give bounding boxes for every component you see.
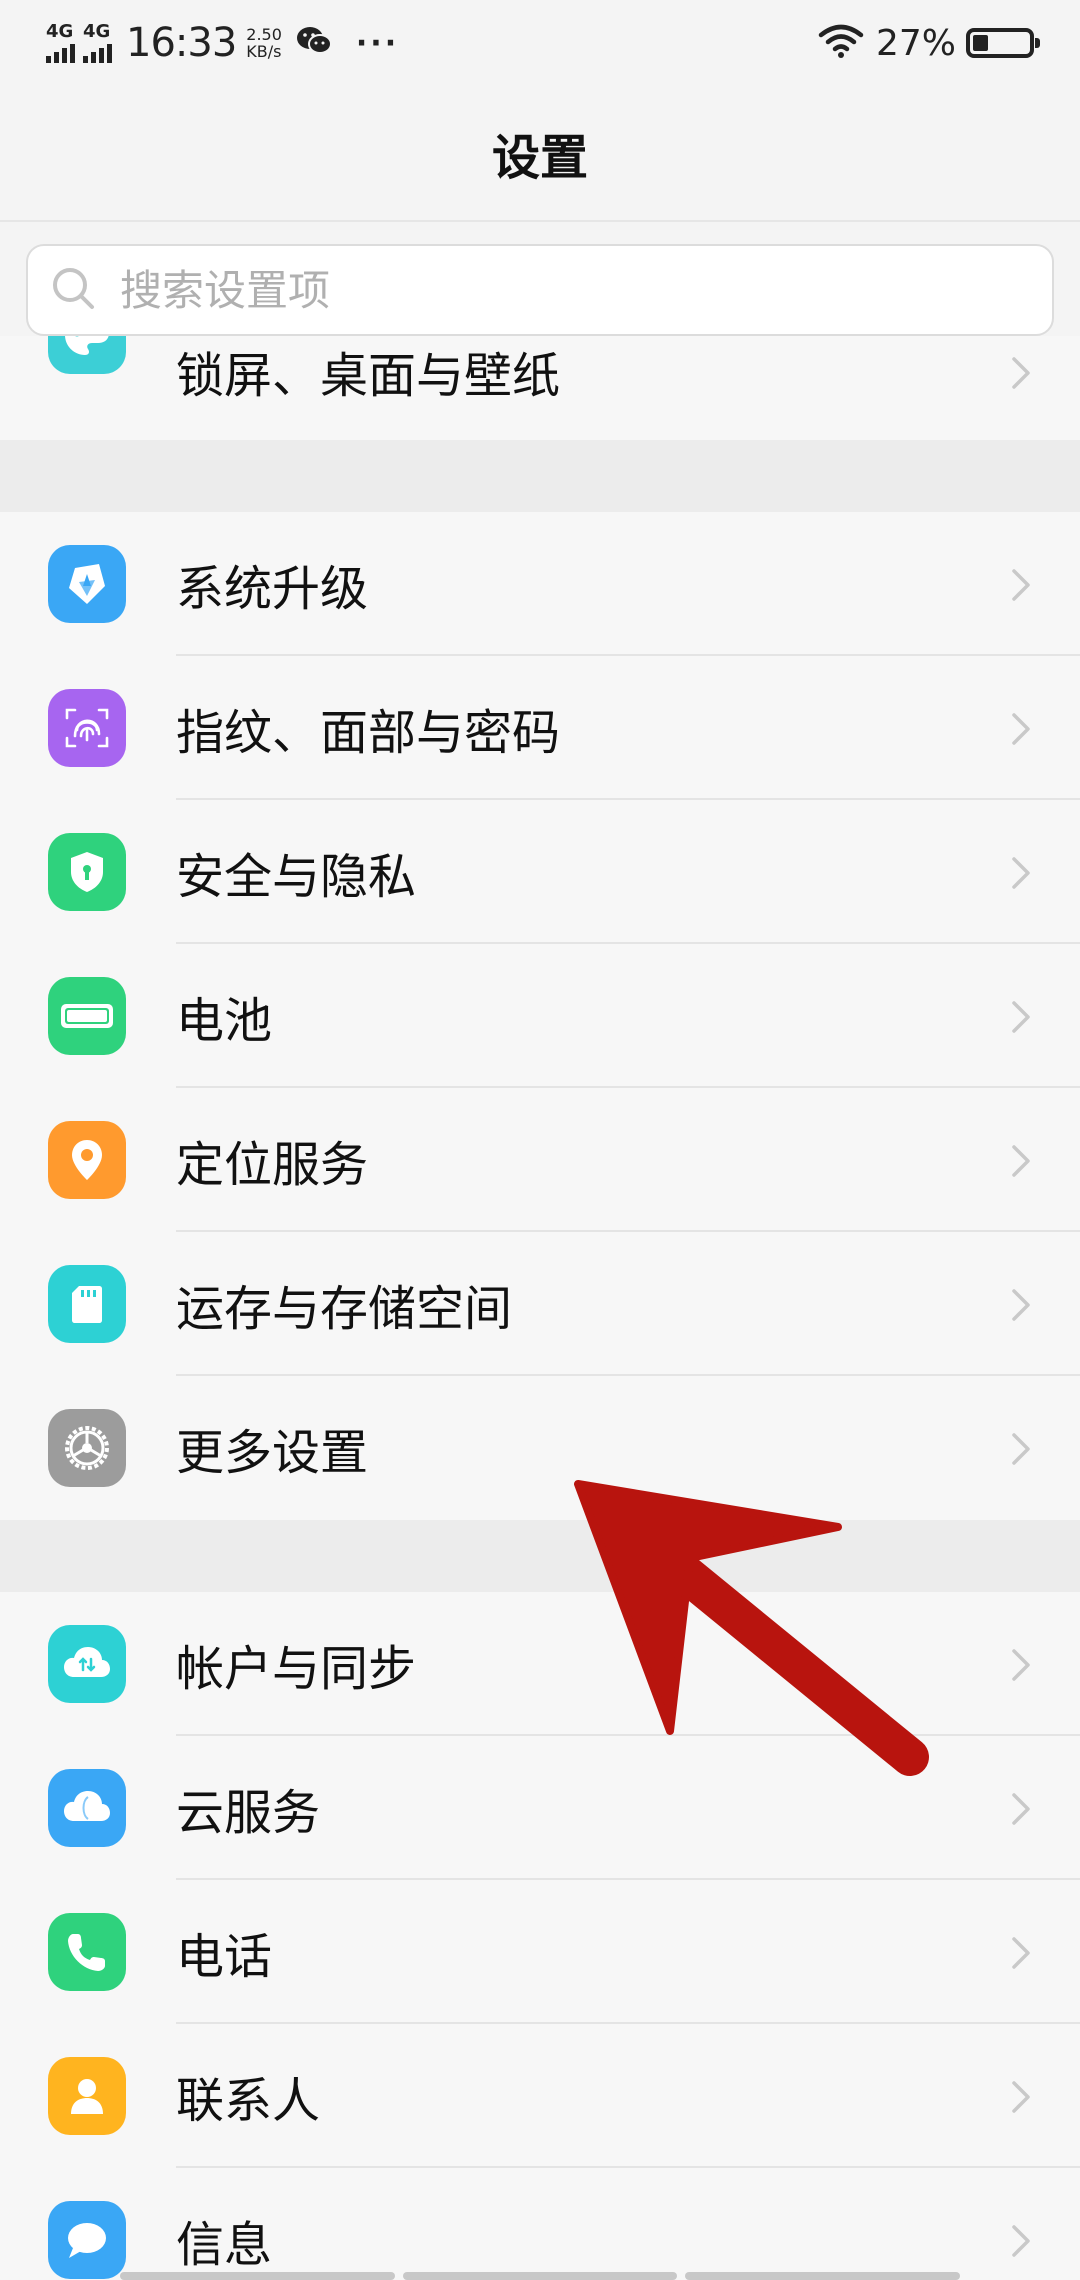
status-bar: 4G 4G 16:33 2.50 KB/s ··· 27%	[0, 0, 1080, 86]
message-icon	[48, 2201, 126, 2279]
location-pin-icon	[48, 1121, 126, 1199]
chevron-right-icon	[1012, 1001, 1030, 1033]
palette-icon	[48, 336, 126, 374]
battery-icon	[966, 28, 1040, 58]
cloud-icon	[48, 1769, 126, 1847]
settings-item-account-sync[interactable]: 帐户与同步	[0, 1592, 1080, 1736]
battery-percent: 27%	[875, 22, 956, 64]
chevron-right-icon	[1012, 1289, 1030, 1321]
page-header: 设置	[0, 86, 1080, 220]
settings-item-label: 锁屏、桌面与壁纸	[176, 348, 561, 404]
settings-list[interactable]: 锁屏、桌面与壁纸 系统升级 指纹、面部与密码 安全与隐私 电池 定位服务 运存与…	[0, 336, 1080, 2280]
fingerprint-icon	[48, 689, 126, 767]
page-title: 设置	[491, 130, 588, 186]
settings-group-system: 系统升级 指纹、面部与密码 安全与隐私 电池 定位服务 运存与存储空间 更多设置	[0, 512, 1080, 1520]
settings-item-label: 帐户与同步	[176, 1641, 417, 1697]
settings-item-label: 联系人	[176, 2073, 321, 2129]
chevron-right-icon	[1012, 1937, 1030, 1969]
settings-item-system-upgrade[interactable]: 系统升级	[0, 512, 1080, 656]
shield-icon	[48, 833, 126, 911]
sync-cloud-icon	[48, 1625, 126, 1703]
wechat-icon	[296, 25, 332, 61]
contact-icon	[48, 2057, 126, 2135]
settings-item-label: 电话	[176, 1929, 273, 1985]
settings-item-label: 运存与存储空间	[176, 1281, 513, 1337]
chevron-right-icon	[1012, 713, 1030, 745]
chevron-right-icon	[1012, 857, 1030, 889]
navigation-hint	[120, 2272, 961, 2280]
settings-item-label: 云服务	[176, 1785, 321, 1841]
chevron-right-icon	[1012, 1793, 1030, 1825]
section-gap	[0, 1520, 1080, 1592]
settings-item-label: 定位服务	[176, 1137, 369, 1193]
network-speed: 2.50 KB/s	[246, 26, 282, 60]
settings-item-battery[interactable]: 电池	[0, 944, 1080, 1088]
clock: 16:33	[126, 20, 237, 66]
phone-icon	[48, 1913, 126, 1991]
section-gap	[0, 440, 1080, 512]
chevron-right-icon	[1012, 1433, 1030, 1465]
chevron-right-icon	[1012, 2081, 1030, 2113]
upgrade-icon	[48, 545, 126, 623]
settings-item-phone[interactable]: 电话	[0, 1880, 1080, 2024]
settings-item-label: 信息	[176, 2217, 273, 2273]
signal-icon: 4G	[83, 23, 112, 63]
battery-icon	[48, 977, 126, 1055]
speed-value: 2.50	[246, 25, 282, 44]
chevron-right-icon	[1012, 357, 1030, 389]
signal-icon: 4G	[46, 23, 75, 63]
settings-item-label: 电池	[176, 993, 273, 1049]
more-notifications-icon: ···	[355, 25, 400, 61]
wifi-icon	[818, 24, 864, 62]
settings-item-messages[interactable]: 信息	[0, 2168, 1080, 2280]
settings-item-label: 指纹、面部与密码	[176, 705, 561, 761]
settings-item-memory-storage[interactable]: 运存与存储空间	[0, 1232, 1080, 1376]
search-icon	[50, 265, 96, 315]
sd-card-icon	[48, 1265, 126, 1343]
chevron-right-icon	[1012, 2225, 1030, 2257]
settings-group-accounts: 帐户与同步 云服务 电话 联系人 信息	[0, 1592, 1080, 2280]
settings-item-label: 安全与隐私	[176, 849, 417, 905]
settings-item-security-privacy[interactable]: 安全与隐私	[0, 800, 1080, 944]
settings-item-label: 系统升级	[176, 561, 369, 617]
settings-item-contacts[interactable]: 联系人	[0, 2024, 1080, 2168]
search-input[interactable]	[118, 264, 1002, 316]
settings-item-fingerprint-face-password[interactable]: 指纹、面部与密码	[0, 656, 1080, 800]
settings-item-more-settings[interactable]: 更多设置	[0, 1376, 1080, 1520]
settings-group-display: 锁屏、桌面与壁纸	[0, 336, 1080, 440]
search-bar[interactable]	[26, 244, 1054, 336]
settings-item-location-services[interactable]: 定位服务	[0, 1088, 1080, 1232]
chevron-right-icon	[1012, 569, 1030, 601]
gear-icon	[48, 1409, 126, 1487]
settings-item-lockscreen-wallpaper[interactable]: 锁屏、桌面与壁纸	[0, 336, 1080, 440]
chevron-right-icon	[1012, 1649, 1030, 1681]
network-type: 4G	[46, 21, 74, 42]
settings-item-cloud-service[interactable]: 云服务	[0, 1736, 1080, 1880]
chevron-right-icon	[1012, 1145, 1030, 1177]
network-type: 4G	[83, 21, 111, 42]
settings-item-label: 更多设置	[176, 1425, 369, 1481]
speed-unit: KB/s	[246, 42, 282, 61]
header-divider	[0, 220, 1080, 222]
